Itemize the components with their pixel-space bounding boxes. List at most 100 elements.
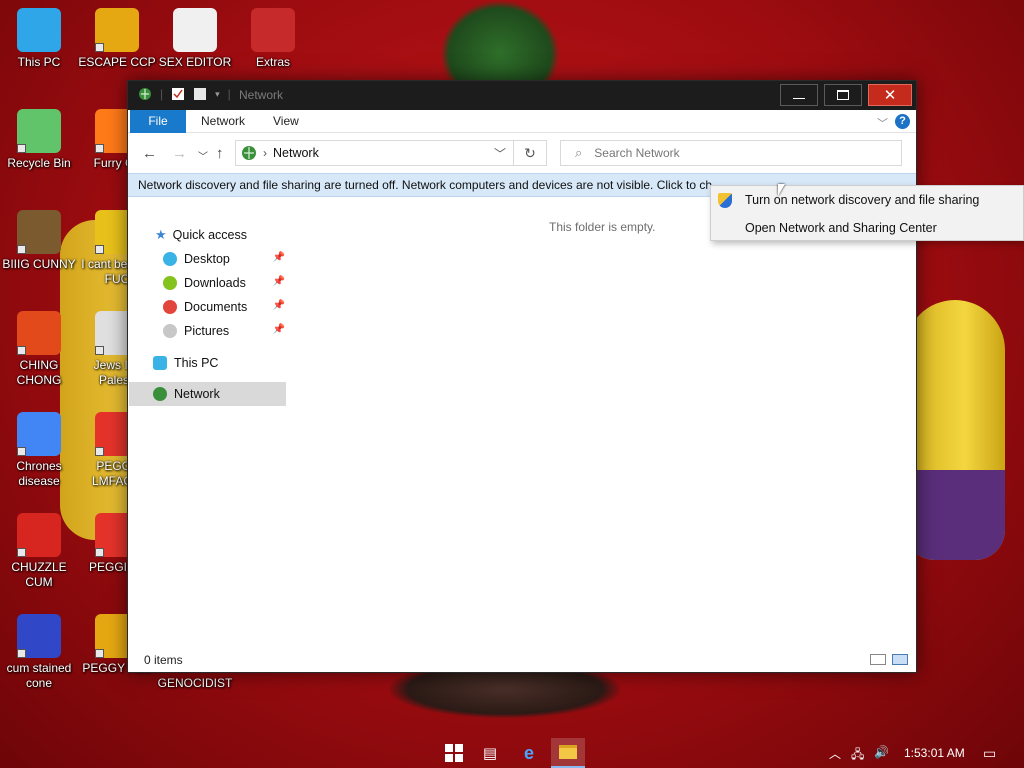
network-location-icon <box>242 146 256 160</box>
desktop-shortcut-icon <box>251 8 295 52</box>
shortcut-arrow-icon <box>17 548 26 557</box>
taskbar: ▤ e ︿ 🖧 🔊 1:53:01 AM ▭ <box>0 738 1024 768</box>
address-bar[interactable]: › Network ﹀ <box>235 140 514 166</box>
desktop-shortcut-icon <box>173 8 217 52</box>
turn-on-network-discovery-item[interactable]: Turn on network discovery and file shari… <box>711 186 1023 214</box>
new-folder-icon[interactable] <box>193 87 207 101</box>
window-title: Network <box>239 88 284 102</box>
desktop-icon[interactable]: CHUZZLE CUM <box>0 513 78 590</box>
pin-icon[interactable]: 📌 <box>273 252 285 263</box>
desktop-icon[interactable]: cum stained cone <box>0 614 78 691</box>
open-sharing-center-item[interactable]: Open Network and Sharing Center <box>711 214 1023 242</box>
shortcut-arrow-icon <box>17 447 26 456</box>
maximize-button[interactable] <box>824 84 862 106</box>
pin-icon[interactable]: 📌 <box>273 276 285 287</box>
tab-view[interactable]: View <box>260 110 312 133</box>
back-arrow-icon[interactable]: ← <box>142 145 157 162</box>
large-icons-view-icon[interactable] <box>892 654 908 665</box>
desktop-icon[interactable]: Chrones disease <box>0 412 78 489</box>
edge-icon: e <box>523 742 534 763</box>
nav-item-downloads[interactable]: Downloads 📌 <box>163 271 285 295</box>
nav-item-label: Pictures <box>184 324 230 338</box>
file-explorer-taskbar-button[interactable] <box>551 738 585 768</box>
toolbar-divider: | <box>160 87 164 101</box>
breadcrumb-chevron-icon: › <box>263 146 267 160</box>
documents-icon <box>163 300 177 314</box>
minimize-icon <box>793 97 805 99</box>
desktop-shortcut-icon <box>17 614 61 658</box>
desktop-icon-label: SEX EDITOR <box>158 55 232 69</box>
nav-this-pc[interactable]: This PC <box>153 351 218 375</box>
desktop-shortcut-icon <box>17 8 61 52</box>
uac-shield-icon <box>718 193 732 208</box>
address-path[interactable]: Network <box>273 146 487 160</box>
desktop-icon[interactable]: Extras <box>234 8 312 70</box>
network-tray-icon[interactable]: 🖧 <box>851 745 864 766</box>
nav-item-documents[interactable]: Documents 📌 <box>163 295 285 319</box>
desktop-icon-label: Chrones disease <box>16 459 62 488</box>
refresh-button[interactable]: ↻ <box>514 140 547 166</box>
empty-folder-message: This folder is empty. <box>549 220 656 234</box>
maximize-icon <box>837 90 849 100</box>
shortcut-arrow-icon <box>17 649 26 658</box>
shortcut-arrow-icon <box>95 548 104 557</box>
action-center-icon[interactable]: ▭ <box>983 745 996 762</box>
nav-item-label: Desktop <box>184 252 230 266</box>
tab-file[interactable]: File <box>130 110 186 133</box>
folder-icon <box>559 745 577 759</box>
explorer-window: | ▾ | Network ✕ File Network View ﹀ ? ← … <box>127 80 917 673</box>
nav-this-pc-label: This PC <box>174 356 219 370</box>
nav-item-desktop[interactable]: Desktop 📌 <box>163 247 285 271</box>
nav-network[interactable]: Network <box>129 382 286 406</box>
edge-button[interactable]: e <box>518 742 540 764</box>
forward-arrow-icon[interactable]: → <box>172 145 187 162</box>
desktop-icon-label: Recycle Bin <box>7 156 71 170</box>
pin-icon[interactable]: 📌 <box>273 300 285 311</box>
desktop-icon[interactable]: BIIIG CUNNY <box>0 210 78 272</box>
item-count: 0 items <box>144 653 183 667</box>
title-bar[interactable]: | ▾ | Network ✕ <box>128 81 916 110</box>
customize-toolbar-icon[interactable]: ▾ <box>215 89 220 100</box>
desktop-icon[interactable]: This PC <box>0 8 78 70</box>
show-hidden-icons-icon[interactable]: ︿ <box>829 745 841 762</box>
shortcut-arrow-icon <box>17 245 26 254</box>
star-icon: ★ <box>155 227 167 242</box>
help-icon[interactable]: ? <box>895 114 910 129</box>
nav-quick-access[interactable]: ★ Quick access <box>155 223 247 247</box>
pictures-icon <box>163 324 177 338</box>
address-toolbar: ← → ﹀ ↑ › Network ﹀ ↻ ⌕ Search Network <box>128 133 916 173</box>
desktop-icon-label: BIIIG CUNNY <box>2 257 76 271</box>
details-view-icon[interactable] <box>870 654 886 665</box>
shortcut-arrow-icon <box>17 144 26 153</box>
desktop-icon[interactable]: CHING CHONG <box>0 311 78 388</box>
nav-item-label: Documents <box>184 300 248 314</box>
tab-network[interactable]: Network <box>188 110 258 133</box>
address-dropdown-icon[interactable]: ﹀ <box>487 145 513 162</box>
minimize-button[interactable] <box>780 84 818 106</box>
volume-icon[interactable]: 🔊 <box>874 745 889 759</box>
desktop-shortcut-icon <box>17 109 61 153</box>
nav-item-pictures[interactable]: Pictures 📌 <box>163 319 285 343</box>
properties-icon[interactable] <box>171 87 185 101</box>
desktop-icon[interactable]: Recycle Bin <box>0 109 78 171</box>
search-box[interactable]: ⌕ Search Network <box>560 140 902 166</box>
shortcut-arrow-icon <box>17 346 26 355</box>
open-sharing-center-label: Open Network and Sharing Center <box>745 221 937 235</box>
ribbon-tabs: File Network View ﹀ ? <box>128 110 916 133</box>
search-placeholder: Search Network <box>594 146 680 160</box>
task-view-icon: ▤ <box>482 745 498 762</box>
desktop-icon[interactable]: ESCAPE CCP <box>78 8 156 70</box>
nav-network-label: Network <box>174 387 220 401</box>
pin-icon[interactable]: 📌 <box>273 324 285 335</box>
mouse-cursor-icon <box>778 184 785 196</box>
recent-locations-icon[interactable]: ﹀ <box>198 148 208 163</box>
desktop-shortcut-icon <box>95 8 139 52</box>
clock[interactable]: 1:53:01 AM <box>904 746 965 760</box>
start-button[interactable] <box>443 742 465 764</box>
desktop-icon[interactable]: SEX EDITOR <box>156 8 234 70</box>
desktop-icon <box>163 252 177 266</box>
close-button[interactable]: ✕ <box>868 84 912 106</box>
expand-ribbon-icon[interactable]: ﹀ <box>877 115 888 131</box>
task-view-button[interactable]: ▤ <box>479 742 501 764</box>
up-arrow-icon[interactable]: ↑ <box>216 145 224 162</box>
